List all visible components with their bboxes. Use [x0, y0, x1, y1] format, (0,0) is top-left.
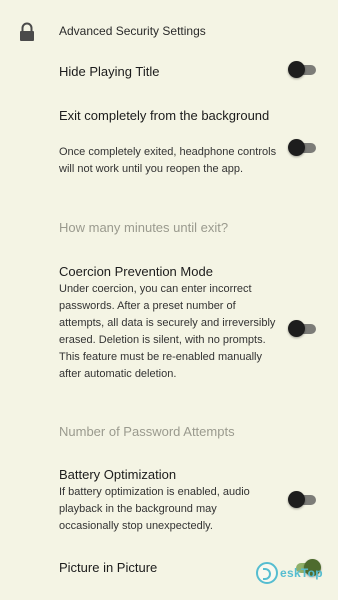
- watermark: eskTop: [256, 560, 323, 586]
- coercion-prevention-toggle[interactable]: [288, 320, 318, 337]
- page-title: Advanced Security Settings: [59, 24, 206, 38]
- battery-optimization-toggle[interactable]: [288, 491, 318, 508]
- app-header: Advanced Security Settings: [0, 0, 338, 62]
- setting-minutes-until-exit[interactable]: How many minutes until exit?: [0, 212, 338, 242]
- setting-password-attempts[interactable]: Number of Password Attempts: [0, 416, 338, 446]
- watermark-logo-icon: [256, 562, 278, 584]
- setting-description: Under coercion, you can enter incorrect …: [59, 283, 276, 380]
- setting-title: Number of Password Attempts: [59, 424, 235, 439]
- hide-playing-title-toggle[interactable]: [288, 61, 318, 78]
- toggle-thumb: [288, 491, 305, 508]
- lock-icon: [20, 22, 34, 41]
- setting-title: How many minutes until exit?: [59, 220, 229, 235]
- setting-title: Hide Playing Title: [59, 64, 160, 79]
- toggle-thumb: [288, 139, 305, 156]
- setting-title: Exit completely from the background: [59, 108, 270, 123]
- setting-title: Coercion Prevention Mode: [59, 264, 213, 279]
- toggle-thumb: [288, 61, 305, 78]
- setting-title: Picture in Picture: [59, 560, 158, 575]
- watermark-text: eskTop: [280, 566, 323, 580]
- setting-description: Once completely exited, headphone contro…: [59, 146, 277, 175]
- setting-description: If battery optimization is enabled, audi…: [59, 486, 250, 532]
- toggle-thumb: [288, 320, 305, 337]
- setting-battery-optimization[interactable]: Battery Optimization If battery optimiza…: [0, 464, 338, 538]
- setting-title: Battery Optimization: [59, 467, 177, 482]
- setting-hide-playing-title[interactable]: Hide Playing Title: [0, 58, 338, 94]
- exit-background-toggle[interactable]: [288, 139, 318, 156]
- setting-exit-background[interactable]: Exit completely from the background Once…: [0, 104, 338, 194]
- setting-coercion-prevention[interactable]: Coercion Prevention Mode Under coercion,…: [0, 260, 338, 400]
